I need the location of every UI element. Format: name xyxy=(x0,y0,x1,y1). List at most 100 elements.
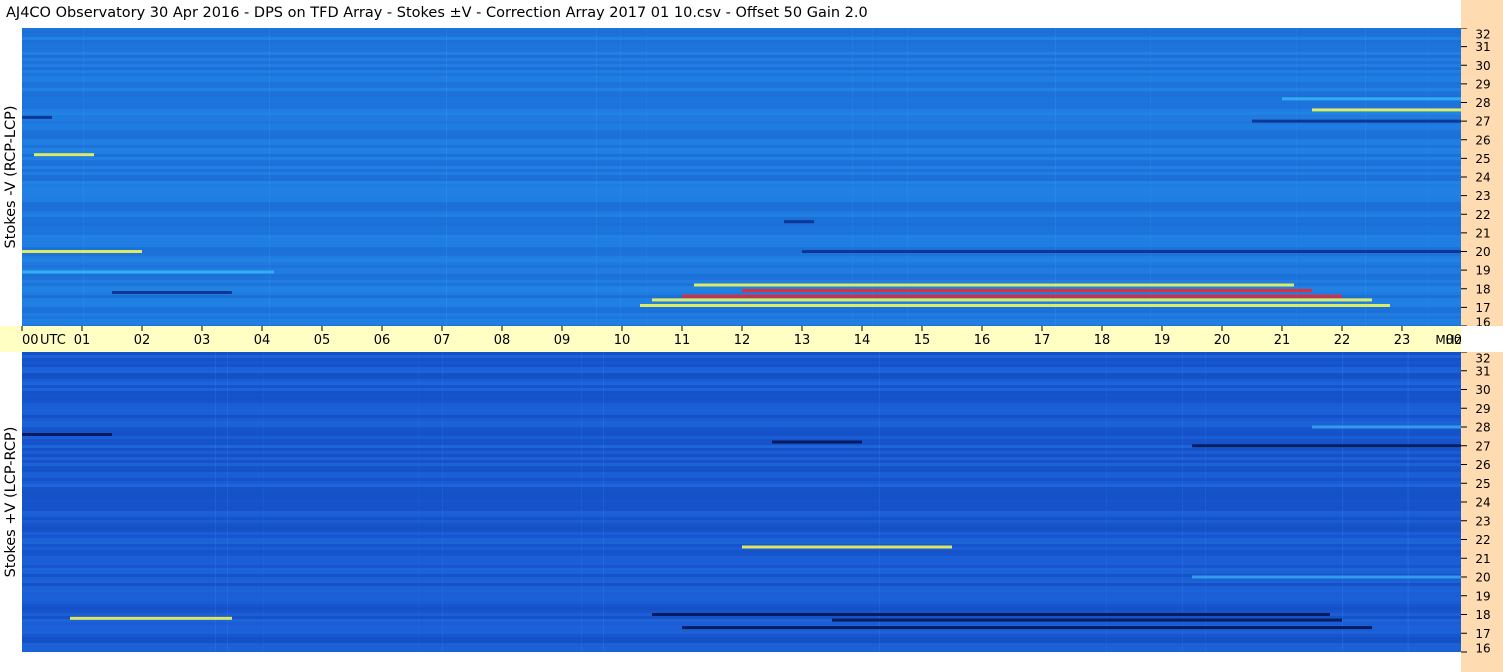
texture-band xyxy=(22,541,1462,544)
texture-band xyxy=(22,358,1462,361)
vertical-streak xyxy=(620,28,621,326)
texture-band xyxy=(22,496,1462,499)
texture-band xyxy=(22,322,1462,325)
texture-band xyxy=(22,109,1462,112)
time-tick-label: 13 xyxy=(794,333,811,348)
frequency-tick-label: 28 xyxy=(1475,96,1490,110)
texture-band xyxy=(22,607,1462,610)
emission-band xyxy=(784,220,814,224)
texture-band xyxy=(22,217,1462,220)
texture-band xyxy=(22,82,1462,85)
texture-band xyxy=(22,451,1462,454)
texture-band xyxy=(22,439,1462,442)
texture-band xyxy=(22,181,1462,184)
emission-band xyxy=(742,289,1312,293)
texture-band xyxy=(22,514,1462,517)
time-tick-label: 19 xyxy=(1154,333,1171,348)
vertical-streak xyxy=(418,352,419,652)
time-tick-label: 09 xyxy=(554,333,571,348)
bottom-frequency-axis: 16 17 18 19 20 21 22 23 24 25 26 27 28 29 30 31 32 xyxy=(1461,352,1503,672)
texture-band xyxy=(22,157,1462,160)
texture-band xyxy=(22,106,1462,109)
texture-band xyxy=(22,40,1462,43)
top-spectrogram-panel xyxy=(22,28,1462,326)
texture-band xyxy=(22,367,1462,370)
texture-band xyxy=(22,187,1462,190)
texture-band xyxy=(22,622,1462,625)
emission-band xyxy=(34,153,94,157)
vertical-streak xyxy=(603,352,604,652)
texture-band xyxy=(22,448,1462,451)
texture-band xyxy=(22,598,1462,601)
spectrogram-window: AJ4CO Observatory 30 Apr 2016 - DPS on T… xyxy=(0,0,1503,672)
vertical-streak xyxy=(1365,28,1366,326)
texture-band xyxy=(22,424,1462,427)
time-tick-label: 05 xyxy=(314,333,331,348)
texture-band xyxy=(22,592,1462,595)
texture-band xyxy=(22,205,1462,208)
texture-band xyxy=(22,58,1462,61)
texture-band xyxy=(22,112,1462,115)
time-tick-label: 08 xyxy=(494,333,511,348)
texture-band xyxy=(22,568,1462,571)
emission-band xyxy=(70,616,232,620)
frequency-tick-label: 29 xyxy=(1475,77,1490,91)
frequency-tick-label: 27 xyxy=(1475,115,1490,129)
texture-band xyxy=(22,427,1462,430)
vertical-streak xyxy=(1427,28,1428,326)
vertical-streak xyxy=(263,352,264,652)
texture-band xyxy=(22,91,1462,94)
vertical-streak xyxy=(442,352,443,652)
texture-band xyxy=(22,355,1462,358)
texture-band xyxy=(22,154,1462,157)
texture-band xyxy=(22,646,1462,649)
vertical-streak xyxy=(1182,352,1183,652)
texture-band xyxy=(22,538,1462,541)
texture-band xyxy=(22,100,1462,103)
texture-band xyxy=(22,454,1462,457)
frequency-tick-label: 20 xyxy=(1475,245,1490,259)
texture-band xyxy=(22,634,1462,637)
texture-band xyxy=(22,223,1462,226)
texture-band xyxy=(22,37,1462,40)
texture-band xyxy=(22,379,1462,382)
texture-band xyxy=(22,88,1462,91)
emission-band xyxy=(1312,425,1462,429)
texture-band xyxy=(22,211,1462,214)
bottom-spectrogram-svg xyxy=(22,352,1462,652)
vertical-streak xyxy=(879,352,880,652)
texture-band xyxy=(22,637,1462,640)
frequency-tick-label: 22 xyxy=(1475,208,1490,222)
bottom-panel-ylabel: Stokes +V (LCP-RCP) xyxy=(0,352,22,652)
time-tick-label: 07 xyxy=(434,333,451,348)
bottom-spectrogram-panel xyxy=(22,352,1462,652)
texture-band xyxy=(22,55,1462,58)
frequency-tick-label: 23 xyxy=(1475,514,1490,528)
texture-band xyxy=(22,421,1462,424)
texture-band xyxy=(22,316,1462,319)
frequency-tick-label: 32 xyxy=(1475,28,1490,42)
texture-band xyxy=(22,127,1462,130)
frequency-tick-label: 16 xyxy=(1475,316,1490,327)
texture-band xyxy=(22,172,1462,175)
time-tick-label: 15 xyxy=(914,333,931,348)
texture-band xyxy=(22,247,1462,250)
chart-title: AJ4CO Observatory 30 Apr 2016 - DPS on T… xyxy=(6,5,868,21)
top-panel-ylabel-text: Stokes -V (RCP-LCP) xyxy=(3,105,19,249)
texture-band xyxy=(22,85,1462,88)
texture-band xyxy=(22,130,1462,133)
texture-band xyxy=(22,214,1462,217)
texture-band xyxy=(22,163,1462,166)
texture-band xyxy=(22,472,1462,475)
frequency-tick-label: 25 xyxy=(1475,152,1490,166)
texture-band xyxy=(22,490,1462,493)
texture-band xyxy=(22,313,1462,316)
texture-band xyxy=(22,61,1462,64)
texture-band xyxy=(22,238,1462,241)
texture-band xyxy=(22,508,1462,511)
texture-band xyxy=(22,433,1462,436)
vertical-streak xyxy=(1296,28,1297,326)
texture-band xyxy=(22,190,1462,193)
texture-band xyxy=(22,292,1462,295)
emission-band xyxy=(772,440,862,444)
